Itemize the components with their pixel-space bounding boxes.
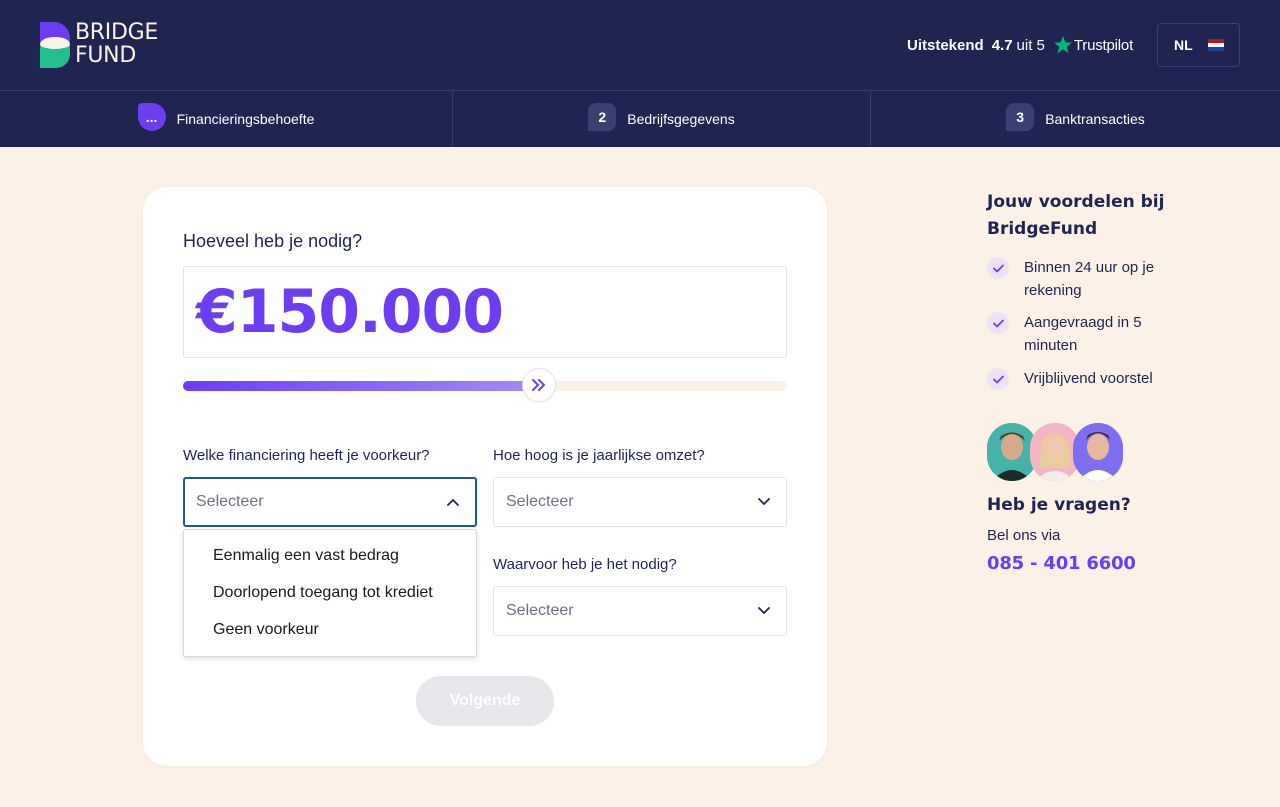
- step-badge: 3: [1006, 103, 1035, 131]
- check-icon: [987, 312, 1009, 334]
- step-badge: ...: [137, 103, 166, 131]
- amount-slider-track[interactable]: [183, 381, 787, 391]
- amount-question: Hoeveel heb je nodig?: [183, 231, 363, 251]
- chevron-down-icon: [758, 607, 770, 614]
- netherlands-flag-icon: [1208, 39, 1224, 51]
- revenue-select[interactable]: Selecteer: [493, 477, 787, 527]
- application-form-card: Hoeveel heb je nodig? €150.000 Welke fin…: [143, 187, 827, 766]
- benefits-title: Jouw voordelen bij BridgeFund: [987, 192, 1165, 239]
- financing-type-label: Welke financiering heeft je voorkeur?: [183, 447, 430, 464]
- language-code: NL: [1174, 37, 1193, 53]
- bridgefund-logo-icon: [40, 22, 70, 68]
- revenue-value: Selecteer: [506, 493, 574, 510]
- bridgefund-logo[interactable]: BRIDGE FUND: [40, 21, 180, 69]
- revenue-label: Hoe hoog is je jaarlijkse omzet?: [493, 447, 705, 464]
- trustpilot-name: Trustpilot: [1073, 36, 1134, 54]
- team-avatars: [987, 423, 1127, 481]
- step-label: Banktransacties: [1045, 111, 1145, 127]
- benefit-item: Binnen 24 uur op je rekening: [987, 256, 1194, 302]
- amount-input[interactable]: €150.000: [183, 266, 787, 358]
- step-badge: 2: [588, 103, 617, 131]
- step-bank-transactions[interactable]: 3 Banktransacties: [870, 91, 1280, 147]
- help-title: Heb je vragen?: [987, 495, 1131, 515]
- check-icon: [987, 257, 1009, 279]
- amount-slider-handle[interactable]: [522, 368, 556, 402]
- brand-line-2: FUND: [75, 43, 136, 68]
- brand-line-1: BRIDGE: [75, 20, 158, 45]
- trustpilot-star-icon: [1053, 36, 1072, 54]
- dropdown-option[interactable]: Eenmalig een vast bedrag: [213, 547, 399, 565]
- purpose-value: Selecteer: [506, 602, 574, 619]
- language-selector[interactable]: NL: [1157, 23, 1240, 67]
- step-label: Bedrijfsgegevens: [627, 111, 735, 127]
- top-header: BRIDGE FUND Uitstekend 4.7 uit 5 Trustpi…: [0, 0, 1280, 90]
- benefit-text: Binnen 24 uur op je rekening: [1024, 259, 1155, 299]
- next-button[interactable]: Volgende: [416, 676, 554, 726]
- amount-slider-fill: [183, 381, 539, 391]
- progress-steps: ... Financieringsbehoefte 2 Bedrijfsgege…: [0, 90, 1280, 147]
- help-subtitle: Bel ons via: [987, 527, 1061, 544]
- amount-value: €150.000: [196, 277, 504, 347]
- dropdown-option[interactable]: Geen voorkeur: [213, 621, 319, 639]
- benefit-item: Aangevraagd in 5 minuten: [987, 311, 1194, 357]
- step-company-details[interactable]: 2 Bedrijfsgegevens: [452, 91, 870, 147]
- financing-type-value: Selecteer: [196, 493, 264, 510]
- step-label: Financieringsbehoefte: [176, 111, 315, 127]
- phone-link[interactable]: 085 - 401 6600: [987, 553, 1136, 574]
- step-financing-need[interactable]: ... Financieringsbehoefte: [0, 91, 452, 147]
- trustpilot-rating[interactable]: Uitstekend 4.7 uit 5 Trustpilot: [907, 34, 1133, 56]
- brand-wordmark: BRIDGE FUND: [75, 21, 158, 67]
- benefit-item: Vrijblijvend voorstel: [987, 367, 1194, 390]
- financing-type-select[interactable]: Selecteer: [183, 477, 477, 527]
- benefit-text: Vrijblijvend voorstel: [1024, 370, 1153, 387]
- rating-score: 4.7: [991, 36, 1013, 54]
- check-icon: [987, 368, 1009, 390]
- avatar: [1073, 423, 1123, 481]
- chevron-down-icon: [758, 498, 770, 505]
- dropdown-option[interactable]: Doorlopend toegang tot krediet: [213, 584, 433, 602]
- benefit-text: Aangevraagd in 5 minuten: [1024, 314, 1142, 354]
- double-chevron-right-icon: [532, 379, 545, 391]
- purpose-select[interactable]: Selecteer: [493, 586, 787, 636]
- financing-type-dropdown: Eenmalig een vast bedrag Doorlopend toeg…: [183, 529, 477, 657]
- rating-scale: uit 5: [1016, 36, 1045, 54]
- chevron-up-icon: [447, 499, 459, 506]
- purpose-label: Waarvoor heb je het nodig?: [493, 556, 677, 573]
- rating-word: Uitstekend: [907, 36, 984, 54]
